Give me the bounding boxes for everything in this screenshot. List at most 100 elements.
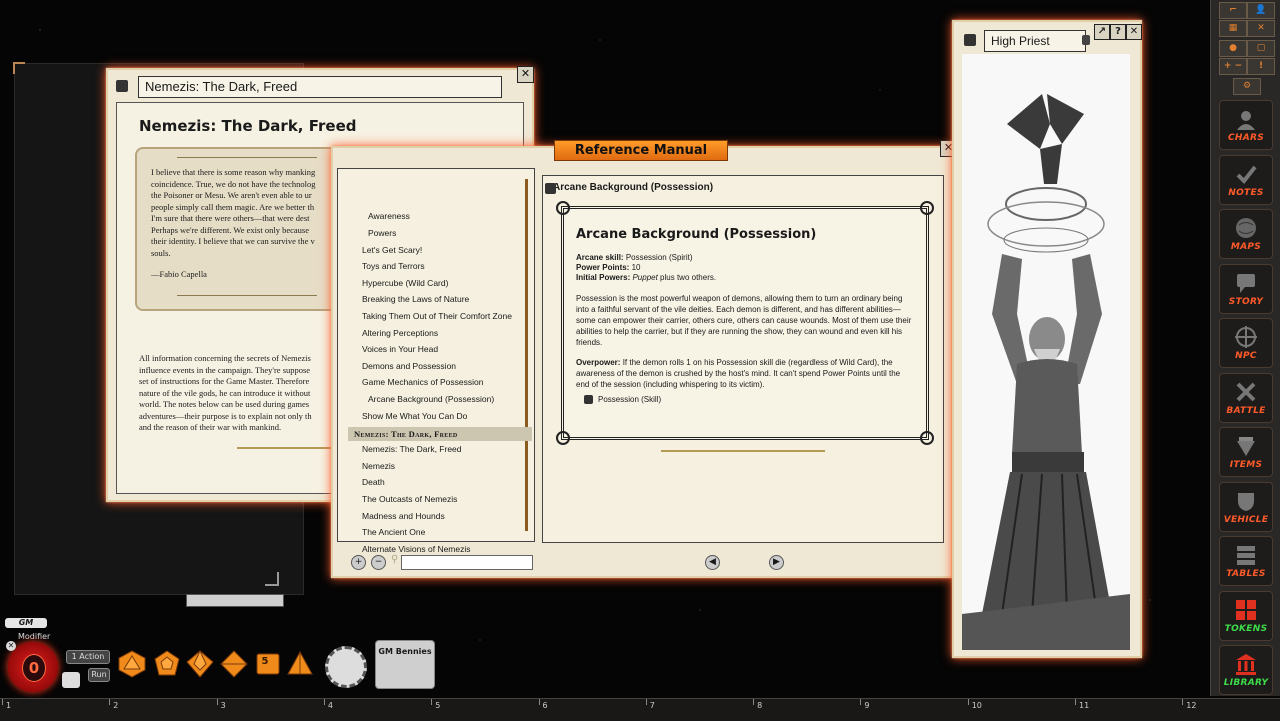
high-priest-image	[962, 54, 1130, 650]
toolbar-button-npc[interactable]: NPC	[1219, 318, 1273, 368]
toolbar-mini-button[interactable]: ▢	[1247, 40, 1275, 57]
toolbar-button-vehicle[interactable]: VEHICLE	[1219, 481, 1273, 532]
priest-title-field[interactable]: High Priest	[984, 30, 1086, 52]
ref-list-item[interactable]: Show Me What You Can Do	[362, 411, 467, 421]
ruler-tick	[967, 699, 969, 705]
ref-list-item[interactable]: Voices in Your Head	[362, 344, 438, 354]
ref-list-item[interactable]: Altering Perceptions	[362, 328, 438, 338]
ref-list-item[interactable]: Nemezis	[362, 461, 395, 471]
possession-skill-link[interactable]: Possession (Skill)	[584, 395, 662, 405]
story-heading: Nemezis: The Dark, Freed	[139, 117, 357, 135]
swords-icon	[1236, 382, 1256, 401]
d20-die[interactable]	[118, 650, 146, 678]
toolbar-button-notes[interactable]: NOTES	[1219, 154, 1273, 205]
toolbar-button-battle[interactable]: BATTLE	[1219, 372, 1273, 423]
d8-die[interactable]	[220, 650, 248, 678]
run-button[interactable]: Run	[88, 668, 110, 682]
toolbar-button-label: NPC	[1235, 351, 1257, 361]
ref-list-item[interactable]: Arcane Background (Possession)	[368, 394, 494, 404]
modifier-label: Modifier	[18, 632, 51, 641]
ruler-label: 10	[971, 701, 982, 710]
ref-list-item[interactable]: Game Mechanics of Possession	[362, 377, 483, 387]
story-title-field[interactable]: Nemezis: The Dark, Freed	[138, 76, 502, 98]
next-page-button[interactable]: ▶	[769, 555, 784, 570]
lock-icon[interactable]	[1082, 35, 1090, 45]
priest-illustration	[962, 54, 1130, 650]
toolbar-button-tokens[interactable]: TOKENS	[1219, 590, 1273, 641]
possession-skill-label: Possession (Skill)	[598, 395, 662, 404]
dark-panel-dropdown[interactable]	[186, 594, 284, 607]
speech-icon	[1237, 273, 1255, 293]
chars-icon	[1237, 111, 1255, 130]
ref-paragraph-2: Overpower: If the demon rolls 1 on his P…	[576, 357, 914, 390]
toolbar-mini-button[interactable]: !	[1247, 58, 1275, 75]
ref-list-item[interactable]: Hypercube (Wild Card)	[362, 278, 448, 288]
resize-handle[interactable]	[265, 572, 279, 586]
ref-header-link-icon[interactable]	[545, 183, 556, 194]
help-button[interactable]: ?	[1110, 24, 1126, 40]
ref-search-input[interactable]	[401, 555, 533, 570]
add-button[interactable]: +	[351, 555, 366, 570]
toolbar-button-label: NOTES	[1228, 187, 1264, 198]
ref-list-item[interactable]: Awareness	[368, 211, 410, 221]
ref-list-item[interactable]: Madness and Hounds	[362, 511, 445, 521]
remove-button[interactable]: −	[371, 555, 386, 570]
toolbar-mini-button[interactable]: ⌐	[1219, 2, 1247, 19]
toolbar-button-label: STORY	[1228, 296, 1264, 307]
priest-close-button[interactable]: ✕	[1126, 24, 1142, 40]
ref-list-item-selected[interactable]: Nemezis: The Dark, Freed	[348, 427, 532, 441]
ref-list-item[interactable]: Powers	[368, 228, 396, 238]
ref-list-item[interactable]: Breaking the Laws of Nature	[362, 294, 469, 304]
ruler-label: 1	[6, 701, 12, 710]
bennies-token[interactable]	[325, 646, 367, 688]
ref-list-item[interactable]: Demons and Possession	[362, 361, 456, 371]
story-close-button[interactable]: ✕	[517, 66, 534, 83]
toolbar-mini-button[interactable]: ✕	[1247, 20, 1275, 37]
ref-list-item[interactable]: Let's Get Scary!	[362, 245, 422, 255]
toolbar-mini-button[interactable]: + −	[1219, 58, 1247, 75]
ref-bottom-bar: + − ⚲ ◀ ▶	[337, 552, 947, 572]
ruler-label: 12	[1186, 701, 1197, 710]
priest-link-icon[interactable]	[964, 34, 976, 46]
toolbar-button-label: MAPS	[1230, 242, 1262, 252]
ref-index-scrollbar[interactable]	[525, 179, 528, 531]
dice-tray-icon[interactable]	[62, 672, 80, 688]
toolbar-button-story[interactable]: STORY	[1219, 263, 1273, 314]
toolbar-button-maps[interactable]: MAPS	[1219, 209, 1273, 259]
story-link-icon[interactable]	[116, 80, 128, 92]
ref-list-item[interactable]: Death	[362, 477, 385, 487]
d12-die[interactable]	[153, 650, 181, 678]
library-icon	[1236, 654, 1256, 675]
ref-content-header: Arcane Background (Possession)	[545, 182, 713, 194]
toolbar-mini-button[interactable]: ⚙	[1233, 78, 1261, 95]
ruler-label: 11	[1079, 701, 1090, 710]
action-button[interactable]: 1 Action	[66, 650, 110, 664]
prev-page-button[interactable]: ◀	[705, 555, 720, 570]
toolbar-button-items[interactable]: ITEMS	[1219, 427, 1273, 477]
ref-list-item[interactable]: The Ancient One	[362, 527, 425, 537]
ruler-tick	[431, 699, 433, 705]
toolbar-mini-button[interactable]: 👤	[1247, 2, 1275, 19]
gm-bennies-box[interactable]: GM Bennies	[375, 640, 435, 689]
toolbar-mini-button[interactable]: ●	[1219, 40, 1247, 57]
ref-list-item[interactable]: Taking Them Out of Their Comfort Zone	[362, 311, 512, 321]
power-points-value: 10	[631, 263, 641, 272]
toolbar-button-tables[interactable]: TABLES	[1219, 536, 1273, 586]
ref-list-item[interactable]: Nemezis: The Dark, Freed	[362, 444, 462, 454]
modifier-dial[interactable]: 0	[8, 642, 58, 692]
right-toolbar: ⌐ 👤 ▦ ✕ ● ▢ + −! ⚙ CHARS NOTES MAPS STORY NPC BATTLE…	[1210, 0, 1280, 696]
ruler-tick	[860, 699, 862, 705]
toolbar-button-chars[interactable]: CHARS	[1219, 100, 1273, 150]
power-points-label: Power Points:	[576, 263, 630, 272]
ref-list-item[interactable]: Toys and Terrors	[362, 261, 425, 271]
toolbar-mini-button[interactable]: ▦	[1219, 20, 1247, 37]
ruler-tick	[1075, 699, 1076, 705]
d10-die[interactable]	[186, 650, 214, 678]
d4-die[interactable]	[286, 650, 314, 678]
ref-list-item[interactable]: The Outcasts of Nemezis	[362, 494, 457, 504]
share-button[interactable]: ↗	[1094, 24, 1110, 40]
modifier-clear-icon[interactable]: ✕	[6, 641, 16, 651]
ruler-tick	[2, 699, 3, 705]
toolbar-button-library[interactable]: LIBRARY	[1219, 645, 1273, 695]
modifier-value: 0	[22, 654, 46, 682]
